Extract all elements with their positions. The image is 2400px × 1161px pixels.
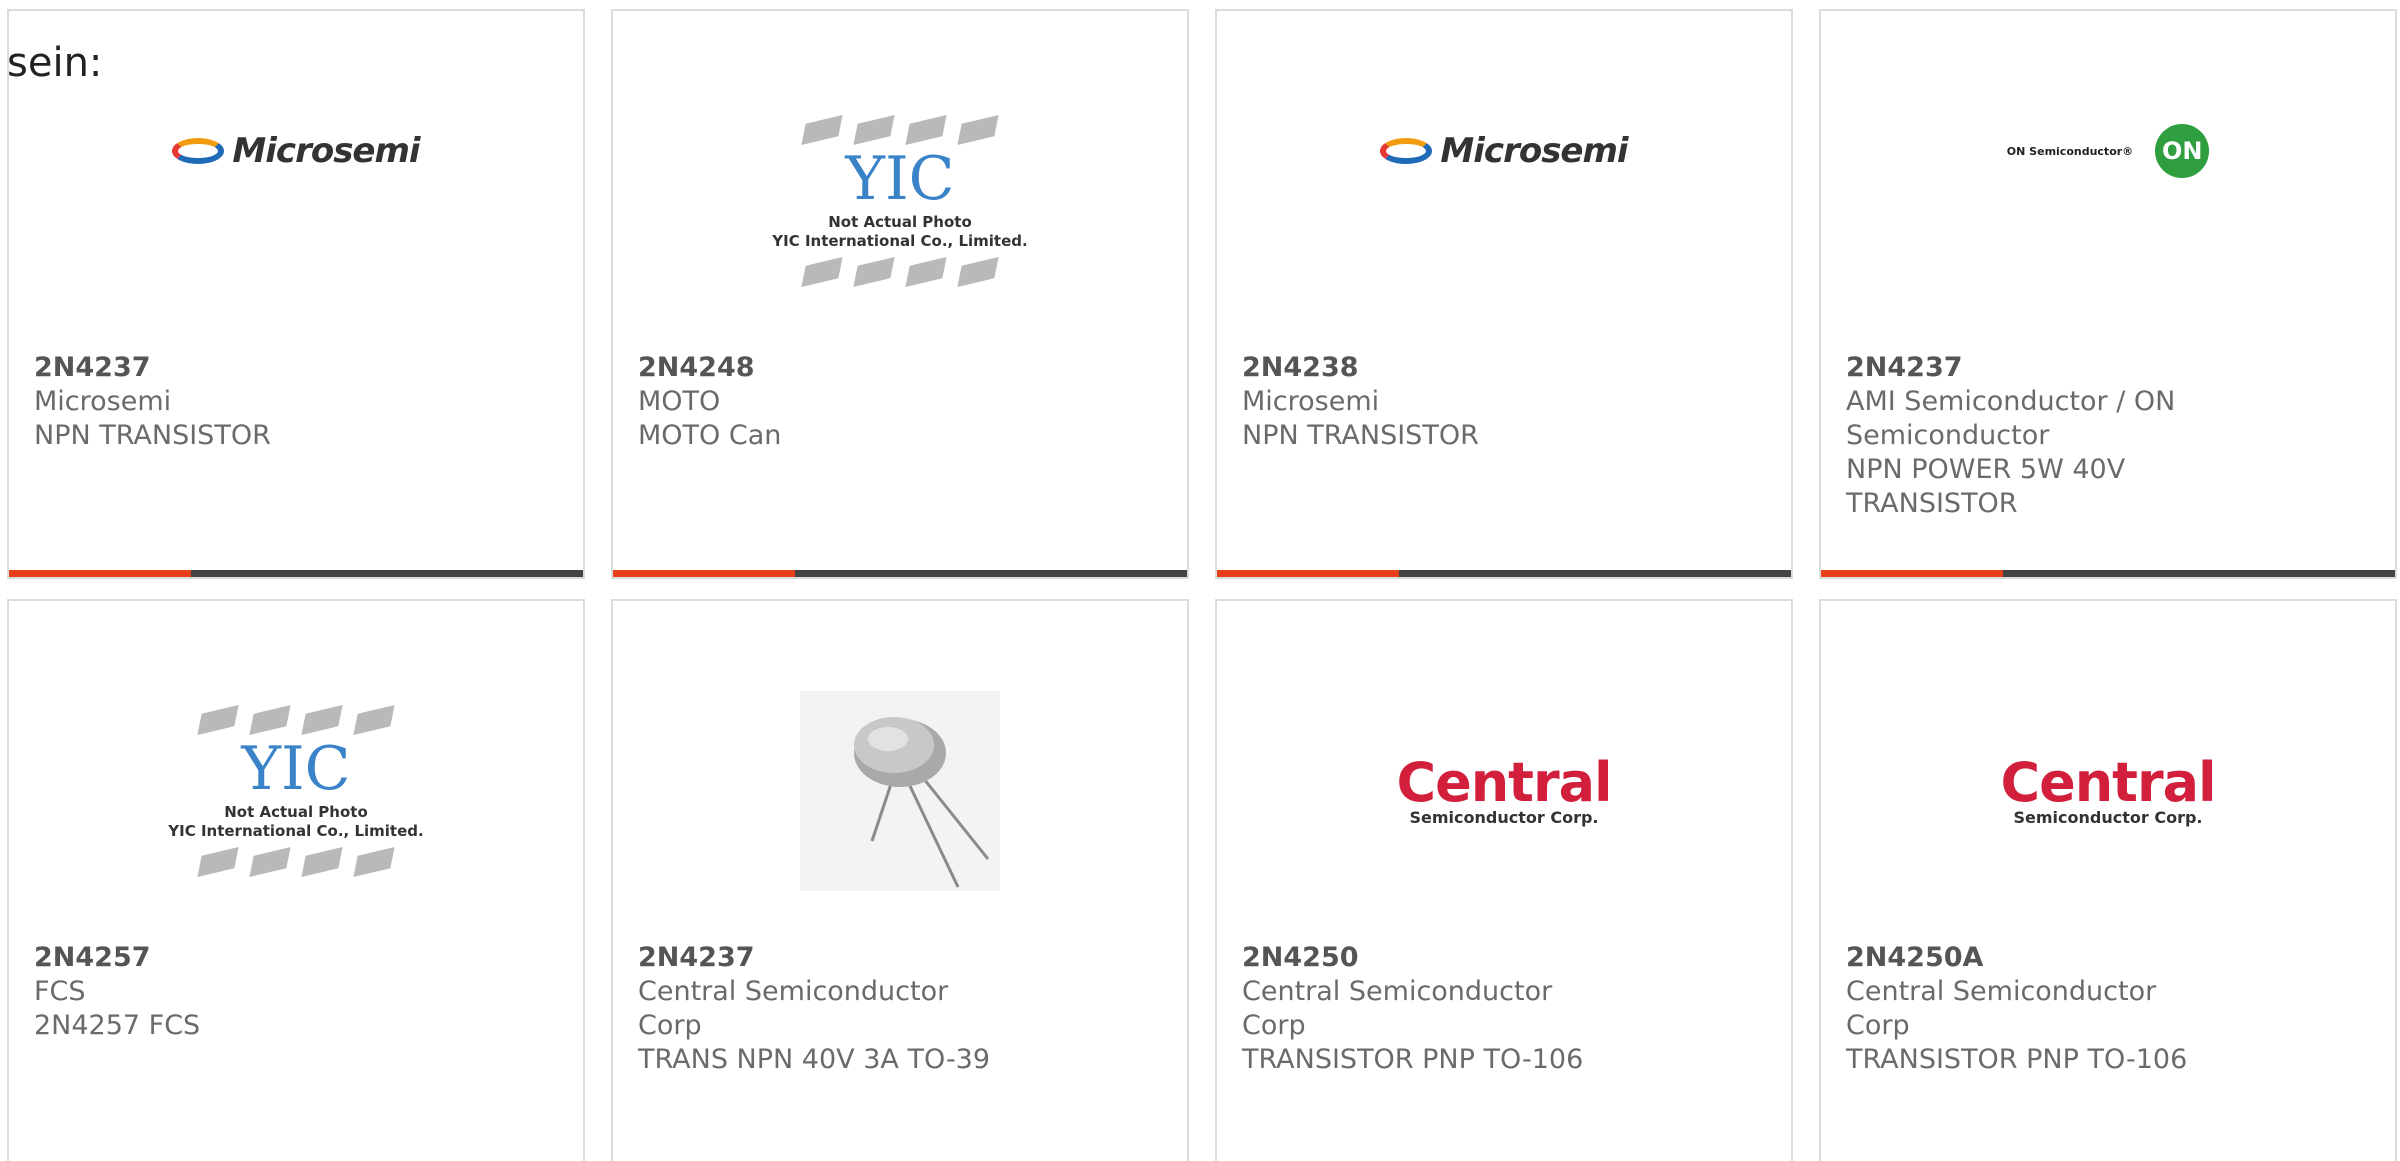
product-image: Central Semiconductor Corp. [1821, 641, 2395, 941]
description: NPN TRANSISTOR [1242, 420, 1479, 451]
yic-placeholder-image: YIC Not Actual Photo YIC International C… [772, 114, 1028, 288]
product-card[interactable]: Microsemi 2N4237 Microsemi NPN TRANSISTO… [7, 9, 585, 579]
microsemi-ring-icon [1380, 138, 1433, 164]
not-actual-photo-label: Not Actual Photo [828, 213, 972, 231]
manufacturer: Central Semiconductor Corp [638, 976, 949, 1041]
not-actual-photo-label: Not Actual Photo [224, 803, 368, 821]
product-card[interactable]: YIC Not Actual Photo YIC International C… [7, 599, 585, 1161]
product-image: ON Semiconductor® ON [1821, 51, 2395, 251]
part-number[interactable]: 2N4237 [638, 941, 998, 975]
to39-can-icon [854, 717, 990, 888]
product-card[interactable]: Microsemi 2N4238 Microsemi NPN TRANSISTO… [1215, 9, 1793, 579]
product-image: YIC Not Actual Photo YIC International C… [613, 51, 1187, 351]
product-card[interactable]: ON Semiconductor® ON 2N4237 AMI Semicond… [1819, 9, 2397, 579]
yic-mark: YIC [845, 144, 955, 214]
logo-text: ON Semiconductor® [2006, 144, 2134, 158]
product-image: YIC Not Actual Photo YIC International C… [9, 641, 583, 941]
product-card[interactable]: Central Semiconductor Corp. 2N4250 Centr… [1215, 599, 1793, 1161]
description: 2N4257 FCS [34, 1010, 201, 1041]
part-number[interactable]: 2N4250A [1846, 941, 2206, 975]
product-image: Central Semiconductor Corp. [1217, 641, 1791, 941]
logo-sub-text: Semiconductor Corp. [1409, 808, 1599, 827]
description: TRANS NPN 40V 3A TO-39 [638, 1044, 991, 1075]
yic-company-label: YIC International Co., Limited. [168, 822, 424, 840]
microsemi-logo: Microsemi [172, 131, 421, 171]
on-semiconductor-logo: ON Semiconductor® ON [2006, 124, 2210, 178]
yic-mark: YIC [241, 734, 351, 804]
logo-main-text: Central [2000, 751, 2216, 814]
logo-text: Microsemi [232, 131, 420, 171]
product-card[interactable]: YIC Not Actual Photo YIC International C… [611, 9, 1189, 579]
part-number[interactable]: 2N4250 [1242, 941, 1602, 975]
description: NPN POWER 5W 40V TRANSISTOR [1846, 454, 2126, 519]
part-number[interactable]: 2N4237 [1846, 351, 2206, 385]
yic-company-label: YIC International Co., Limited. [772, 232, 1028, 250]
header-text: sein: [7, 40, 103, 86]
part-number[interactable]: 2N4237 [34, 351, 394, 385]
yic-placeholder-image: YIC Not Actual Photo YIC International C… [168, 704, 424, 878]
card-bar [1821, 570, 2395, 577]
transistor-photo [800, 691, 1000, 891]
microsemi-logo: Microsemi [1380, 131, 1629, 171]
manufacturer: AMI Semiconductor / ON Semiconductor [1846, 386, 2176, 451]
card-bar [613, 570, 1187, 577]
product-image: Microsemi [1217, 51, 1791, 251]
product-card[interactable]: Central Semiconductor Corp. 2N4250A Cent… [1819, 599, 2397, 1161]
description: MOTO Can [638, 420, 782, 451]
manufacturer: FCS [34, 976, 86, 1007]
manufacturer: Central Semiconductor Corp [1242, 976, 1553, 1041]
logo-main-text: Central [1396, 751, 1612, 814]
manufacturer: Microsemi [34, 386, 172, 417]
description: NPN TRANSISTOR [34, 420, 271, 451]
central-semiconductor-logo: Central Semiconductor Corp. [1396, 751, 1612, 827]
product-image [613, 641, 1187, 941]
part-number[interactable]: 2N4248 [638, 351, 998, 385]
card-bar [1217, 570, 1791, 577]
card-bar [9, 570, 583, 577]
part-number[interactable]: 2N4238 [1242, 351, 1602, 385]
microsemi-ring-icon [172, 138, 225, 164]
on-circle-icon: ON [2155, 124, 2210, 178]
product-card[interactable]: 2N4237 Central Semiconductor Corp TRANS … [611, 599, 1189, 1161]
manufacturer: Central Semiconductor Corp [1846, 976, 2157, 1041]
logo-sub-text: Semiconductor Corp. [2013, 808, 2203, 827]
part-number[interactable]: 2N4257 [34, 941, 394, 975]
central-semiconductor-logo: Central Semiconductor Corp. [2000, 751, 2216, 827]
description: TRANSISTOR PNP TO-106 [1242, 1044, 1584, 1075]
logo-text: Microsemi [1440, 131, 1628, 171]
manufacturer: Microsemi [1242, 386, 1380, 417]
manufacturer: MOTO [638, 386, 721, 417]
description: TRANSISTOR PNP TO-106 [1846, 1044, 2188, 1075]
